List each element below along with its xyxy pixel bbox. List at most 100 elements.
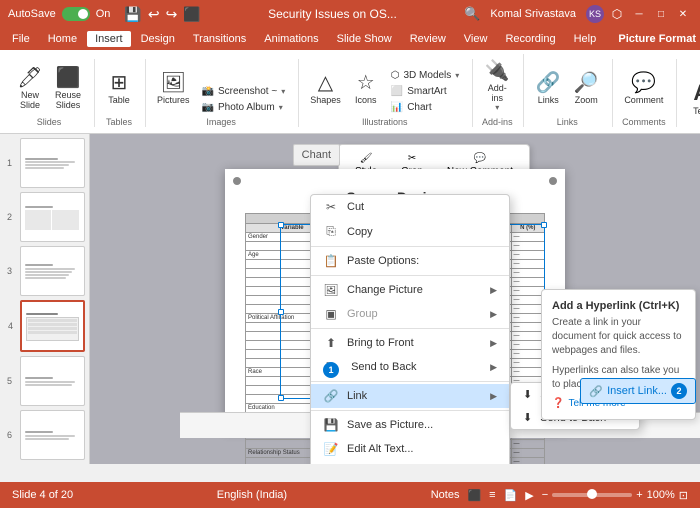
present-btn[interactable]: ⬛ — [183, 6, 200, 23]
tables-group-content: ⊞ Table — [101, 59, 137, 115]
slides-group-content: 🖊 NewSlide ⬛ ReuseSlides — [12, 59, 86, 115]
close-btn[interactable]: ✕ — [674, 5, 692, 23]
undo-btn[interactable]: ↩ — [148, 6, 160, 23]
menu-design[interactable]: Design — [133, 31, 183, 47]
slide-thumb-4[interactable]: 4 — [20, 300, 85, 352]
zoom-btn[interactable]: 🔎 Zoom — [568, 63, 604, 115]
title-bar-left: AutoSave On 💾 ↩ ↪ ⬛ — [8, 6, 201, 23]
view-slideshow-icon[interactable]: ▶ — [525, 489, 533, 502]
zoom-slider[interactable] — [552, 493, 632, 497]
shapes-btn[interactable]: △ Shapes — [305, 63, 346, 115]
view-reading-icon[interactable]: 📄 — [504, 489, 518, 502]
language: English (India) — [217, 489, 287, 501]
notes-btn[interactable]: Notes — [431, 489, 460, 501]
links-icon: 🔗 — [536, 73, 561, 93]
ribbon: 🖊 NewSlide ⬛ ReuseSlides Slides ⊞ Table … — [0, 50, 700, 134]
save-picture-icon: 💾 — [323, 418, 339, 432]
slide-thumb-6[interactable]: 6 — [20, 410, 85, 460]
minimize-btn[interactable]: ─ — [630, 5, 648, 23]
shapes-label: Shapes — [310, 95, 341, 105]
maximize-btn[interactable]: □ — [652, 5, 670, 23]
screenshot-dropdown-icon: ▾ — [281, 87, 285, 96]
tooltip-title: Add a Hyperlink (Ctrl+K) — [552, 300, 685, 312]
pictures-btn[interactable]: 🖼 Pictures — [152, 63, 195, 115]
pin-tl — [233, 177, 241, 185]
comment-btn[interactable]: 💬 Comment — [619, 63, 668, 115]
text-group-content: A Text — [683, 59, 700, 125]
slide-4-content — [24, 304, 81, 348]
ctx-change-picture[interactable]: 🖼 Change Picture ▶ — [311, 278, 509, 302]
ctx-size-position[interactable]: 📐 Size and Position... — [311, 461, 509, 464]
zoom-plus[interactable]: + — [636, 489, 642, 501]
zoom-minus[interactable]: − — [542, 489, 548, 501]
reuse-slides-btn[interactable]: ⬛ ReuseSlides — [50, 63, 86, 115]
ctx-save-picture[interactable]: 💾 Save as Picture... — [311, 413, 509, 437]
fit-slide-btn[interactable]: ⊡ — [679, 489, 688, 502]
ribbon-group-slides: 🖊 NewSlide ⬛ ReuseSlides Slides — [8, 59, 95, 127]
links-btn[interactable]: 🔗 Links — [530, 63, 566, 115]
illustrations-small-group: ⬡ 3D Models ▾ ⬜ SmartArt 📊 Chart — [386, 68, 465, 115]
tables-group-label: Tables — [106, 117, 132, 127]
copy-icon: ⎘ — [323, 224, 339, 239]
ctx-group[interactable]: ▣ Group ▶ — [311, 302, 509, 326]
menu-help[interactable]: Help — [566, 31, 605, 47]
picture-format-tab-label[interactable]: Picture Format — [618, 33, 696, 45]
ctx-change-picture-label: Change Picture — [347, 284, 423, 296]
ribbon-group-addins: 🔌 Add-ins ▾ Add-ins — [475, 54, 524, 127]
ctx-copy-label: Copy — [347, 226, 373, 238]
insert-link-button[interactable]: 🔗 Insert Link... 2 — [580, 378, 696, 404]
share-btn[interactable]: ⬡ — [608, 5, 626, 23]
photo-album-btn[interactable]: 📷 Photo Album ▾ — [197, 100, 291, 115]
menu-review[interactable]: Review — [402, 31, 454, 47]
ctx-send-back[interactable]: ⬇ 1 Send to Back ▶ — [311, 355, 509, 379]
screenshot-label: Screenshot ~ — [218, 86, 277, 97]
menu-insert[interactable]: Insert — [87, 31, 131, 47]
ctx-bring-front-label: Bring to Front — [347, 337, 414, 349]
slide-thumb-1[interactable]: 1 — [20, 138, 85, 188]
save-icon[interactable]: 💾 — [124, 6, 141, 23]
comments-group-label: Comments — [622, 117, 666, 127]
addins-group-content: 🔌 Add-ins ▾ — [479, 54, 515, 115]
slide-panel: 1 2 — [0, 134, 90, 464]
ribbon-group-links: 🔗 Links 🔎 Zoom Links — [526, 59, 613, 127]
ctx-cut[interactable]: ✂ Cut — [311, 195, 509, 219]
ctx-link[interactable]: 🔗 Link ▶ — [311, 384, 509, 408]
new-slide-btn[interactable]: 🖊 NewSlide — [12, 63, 48, 115]
search-icon[interactable]: 🔍 — [464, 6, 480, 22]
view-normal-icon[interactable]: ⬛ — [467, 489, 481, 502]
menu-file[interactable]: File — [4, 31, 38, 47]
pin-tr — [549, 177, 557, 185]
ctx-edit-alt[interactable]: 📝 Edit Alt Text... — [311, 437, 509, 461]
screenshot-btn[interactable]: 📸 Screenshot ~ ▾ — [197, 84, 291, 99]
menu-animations[interactable]: Animations — [256, 31, 326, 47]
ctx-bring-front[interactable]: ⬆ Bring to Front ▶ — [311, 331, 509, 355]
smartart-btn[interactable]: ⬜ SmartArt — [386, 84, 465, 99]
slide-thumb-3[interactable]: 3 — [20, 246, 85, 296]
table-btn[interactable]: ⊞ Table — [101, 63, 137, 115]
icons-btn[interactable]: ☆ Icons — [348, 63, 384, 115]
slide-thumb-5[interactable]: 5 — [20, 356, 85, 406]
title-bar-right: 🔍 Komal Srivastava KS ⬡ ─ □ ✕ — [464, 5, 692, 23]
3d-models-btn[interactable]: ⬡ 3D Models ▾ — [386, 68, 465, 83]
text-btn[interactable]: A Text — [683, 73, 700, 125]
ctx-paste-label: Paste Options: — [347, 255, 419, 267]
ctx-paste[interactable]: 📋 Paste Options: — [311, 249, 509, 273]
menu-slideshow[interactable]: Slide Show — [329, 31, 400, 47]
chart-btn[interactable]: 📊 Chart — [386, 100, 465, 115]
ctx-copy[interactable]: ⎘ Copy — [311, 219, 509, 244]
photo-album-label: Photo Album — [218, 102, 275, 113]
menu-transitions[interactable]: Transitions — [185, 31, 254, 47]
links-group-label: Links — [557, 117, 578, 127]
ribbon-group-illustrations: △ Shapes ☆ Icons ⬡ 3D Models ▾ ⬜ SmartAr… — [301, 59, 473, 127]
menu-view[interactable]: View — [456, 31, 496, 47]
view-outline-icon[interactable]: ≡ — [489, 489, 495, 501]
redo-btn[interactable]: ↪ — [166, 6, 178, 23]
separator-2 — [311, 275, 509, 276]
autosave-toggle[interactable] — [62, 7, 90, 21]
title-bar: AutoSave On 💾 ↩ ↪ ⬛ Security Issues on O… — [0, 0, 700, 28]
menu-home[interactable]: Home — [40, 31, 85, 47]
menu-recording[interactable]: Recording — [497, 31, 563, 47]
addins-btn[interactable]: 🔌 Add-ins ▾ — [479, 58, 515, 115]
new-slide-label: NewSlide — [20, 90, 40, 110]
slide-thumb-2[interactable]: 2 — [20, 192, 85, 242]
